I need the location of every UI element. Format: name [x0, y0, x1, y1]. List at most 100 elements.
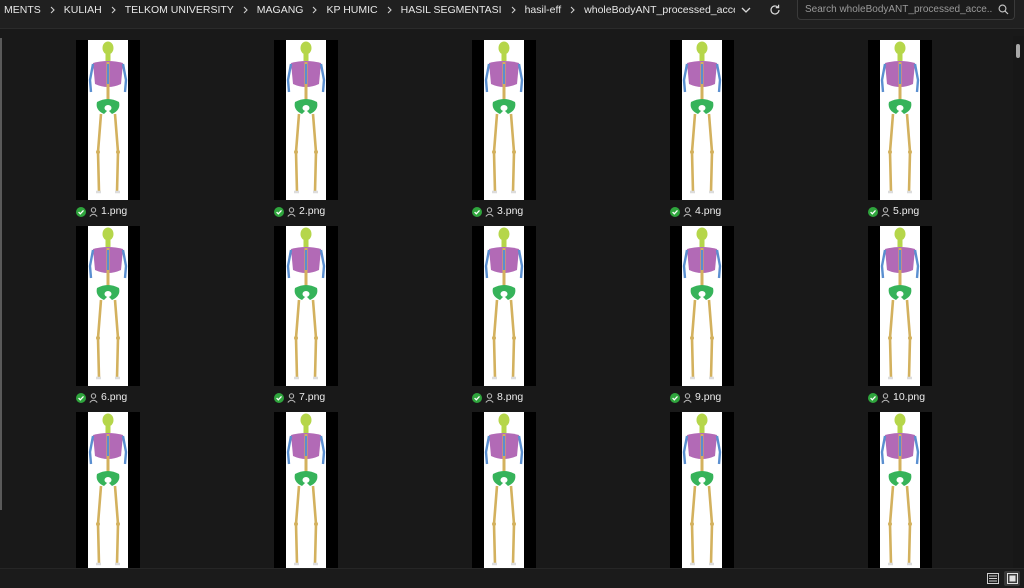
file-thumbnail [76, 412, 140, 568]
file-item[interactable]: 6.png [76, 222, 156, 408]
file-thumbnail [670, 226, 734, 386]
file-thumbnail [274, 226, 338, 386]
file-label: 8.png [472, 389, 523, 405]
breadcrumb-chevron-icon[interactable] [45, 6, 60, 14]
breadcrumb-chevron-icon[interactable] [382, 6, 397, 14]
search-input[interactable] [798, 0, 992, 19]
file-name: 5.png [893, 205, 920, 217]
search-box[interactable] [797, 0, 1015, 20]
file-name: 8.png [497, 391, 524, 403]
person-icon [485, 392, 494, 403]
file-item[interactable]: 1.png [76, 36, 156, 222]
file-item[interactable]: 7.png [274, 222, 354, 408]
breadcrumb-chevron-icon[interactable] [106, 6, 121, 14]
file-item[interactable] [472, 408, 552, 568]
file-item[interactable] [670, 408, 750, 568]
breadcrumb-item[interactable]: MAGANG [253, 4, 308, 16]
file-label: 10.png [868, 389, 925, 405]
file-name: 3.png [497, 205, 524, 217]
file-thumbnail [670, 40, 734, 200]
file-label: 7.png [274, 389, 325, 405]
file-item[interactable]: 4.png [670, 36, 750, 222]
person-icon [683, 206, 692, 217]
file-name: 6.png [101, 391, 128, 403]
person-icon [287, 392, 296, 403]
scrollbar-thumb[interactable] [1016, 44, 1020, 58]
file-thumbnail [274, 40, 338, 200]
file-name: 2.png [299, 205, 326, 217]
sync-ok-check-icon [76, 206, 86, 217]
navigation-pane-edge[interactable] [0, 38, 2, 510]
chevron-down-icon [741, 7, 751, 13]
person-icon [89, 392, 98, 403]
sync-ok-check-icon [670, 392, 680, 403]
file-thumbnail [868, 40, 932, 200]
person-icon [881, 392, 890, 403]
file-name: 1.png [101, 205, 128, 217]
file-grid: 1.png 2.png 3.png 4.png 5.png 6.png 7.pn… [10, 36, 1012, 568]
file-thumbnail [274, 412, 338, 568]
recent-locations-button[interactable] [734, 0, 758, 20]
file-thumbnail [472, 226, 536, 386]
person-icon [287, 206, 296, 217]
person-icon [881, 206, 890, 217]
file-label: 3.png [472, 203, 523, 219]
sync-ok-check-icon [274, 206, 284, 217]
file-name: 10.png [893, 391, 926, 403]
refresh-icon [770, 4, 780, 15]
person-icon [683, 392, 692, 403]
file-label: 5.png [868, 203, 919, 219]
sync-ok-check-icon [868, 206, 878, 217]
file-item[interactable]: 10.png [868, 222, 948, 408]
file-item[interactable]: 3.png [472, 36, 552, 222]
vertical-scrollbar[interactable] [1013, 36, 1024, 568]
breadcrumb: MENTS KULIAH TELKOM UNIVERSITY MAGANG KP HUM… [0, 0, 735, 20]
file-label: 1.png [76, 203, 127, 219]
address-bar: MENTS KULIAH TELKOM UNIVERSITY MAGANG KP HUM… [0, 0, 1024, 29]
file-thumbnail [868, 412, 932, 568]
sync-ok-check-icon [472, 392, 482, 403]
file-item[interactable]: 2.png [274, 36, 354, 222]
file-item[interactable]: 5.png [868, 36, 948, 222]
breadcrumb-item[interactable]: KP HUMIC [322, 4, 381, 16]
breadcrumb-item[interactable]: hasil-eff [521, 4, 566, 16]
breadcrumb-chevron-icon[interactable] [565, 6, 580, 14]
file-label: 6.png [76, 389, 127, 405]
status-bar [0, 568, 1024, 588]
breadcrumb-item[interactable]: KULIAH [60, 4, 106, 16]
file-item[interactable] [868, 408, 948, 568]
details-view-button[interactable] [985, 571, 1001, 586]
person-icon [89, 206, 98, 217]
sync-ok-check-icon [274, 392, 284, 403]
large-icons-view-button[interactable] [1004, 571, 1020, 586]
details-view-icon [987, 573, 999, 584]
breadcrumb-chevron-icon[interactable] [238, 6, 253, 14]
file-label: 9.png [670, 389, 721, 405]
sync-ok-check-icon [670, 206, 680, 217]
file-item[interactable] [274, 408, 354, 568]
file-item[interactable]: 9.png [670, 222, 750, 408]
search-icon[interactable] [992, 1, 1014, 19]
person-icon [485, 206, 494, 217]
file-item[interactable]: 8.png [472, 222, 552, 408]
large-icons-view-icon [1006, 573, 1018, 584]
file-thumbnail [76, 226, 140, 386]
breadcrumb-item[interactable]: wholeBodyANT_processed_accepted [580, 4, 735, 16]
file-thumbnail [670, 412, 734, 568]
file-name: 4.png [695, 205, 722, 217]
file-thumbnail [472, 412, 536, 568]
refresh-button[interactable] [763, 0, 787, 20]
file-name: 9.png [695, 391, 722, 403]
breadcrumb-item[interactable]: HASIL SEGMENTASI [397, 4, 506, 16]
breadcrumb-chevron-icon[interactable] [307, 6, 322, 14]
file-name: 7.png [299, 391, 326, 403]
breadcrumb-item[interactable]: TELKOM UNIVERSITY [121, 4, 238, 16]
file-item[interactable] [76, 408, 156, 568]
sync-ok-check-icon [472, 206, 482, 217]
file-thumbnail [868, 226, 932, 386]
breadcrumb-item[interactable]: MENTS [0, 4, 45, 16]
file-label: 2.png [274, 203, 325, 219]
sync-ok-check-icon [868, 392, 878, 403]
breadcrumb-chevron-icon[interactable] [506, 6, 521, 14]
sync-ok-check-icon [76, 392, 86, 403]
